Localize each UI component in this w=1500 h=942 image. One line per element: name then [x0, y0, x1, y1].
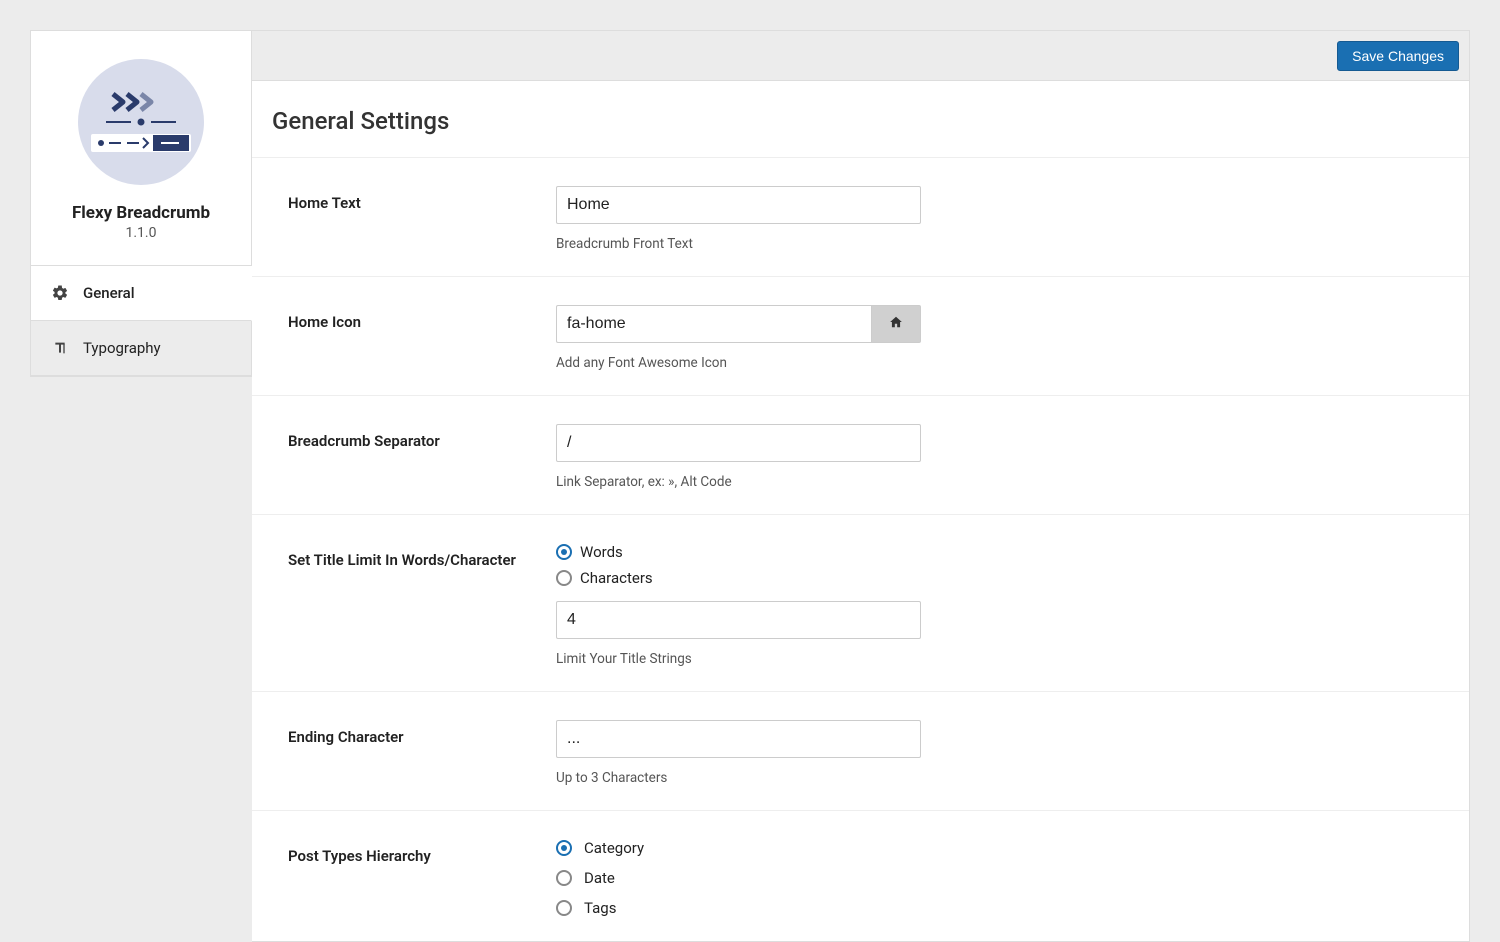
- sidebar-header: Flexy Breadcrumb 1.1.0: [30, 30, 252, 265]
- post-hierarchy-radio-group: Category Date Tags: [556, 839, 1429, 917]
- radio-option-tags[interactable]: Tags: [556, 899, 1429, 917]
- field-control: Up to 3 Characters: [556, 720, 1469, 786]
- font-icon: [51, 340, 69, 356]
- logo-arrows-icon: [111, 92, 171, 112]
- field-label: Home Text: [252, 186, 556, 212]
- radio-label: Date: [584, 869, 615, 887]
- radio-indicator: [556, 900, 572, 916]
- field-ending-char: Ending Character Up to 3 Characters: [252, 692, 1469, 811]
- home-icon-input[interactable]: [556, 305, 871, 343]
- field-label: Ending Character: [252, 720, 556, 746]
- field-home-text: Home Text Breadcrumb Front Text: [252, 158, 1469, 277]
- app-container: Flexy Breadcrumb 1.1.0 General Typograph…: [0, 0, 1500, 942]
- sidebar: Flexy Breadcrumb 1.1.0 General Typograph…: [30, 30, 252, 377]
- sidebar-item-general[interactable]: General: [31, 266, 252, 321]
- field-control: Link Separator, ex: », Alt Code: [556, 424, 1469, 490]
- field-title-limit: Set Title Limit In Words/Character Words…: [252, 515, 1469, 692]
- help-text: Add any Font Awesome Icon: [556, 355, 1429, 371]
- plugin-logo: [41, 59, 241, 185]
- radio-label: Category: [584, 839, 644, 857]
- radio-indicator: [556, 570, 572, 586]
- field-label: Set Title Limit In Words/Character: [252, 543, 556, 569]
- field-label: Home Icon: [252, 305, 556, 331]
- radio-option-words[interactable]: Words: [556, 543, 1429, 561]
- field-label: Post Types Hierarchy: [252, 839, 556, 865]
- sidebar-item-label: Typography: [83, 339, 161, 357]
- radio-option-date[interactable]: Date: [556, 869, 1429, 887]
- sidebar-item-label: General: [83, 284, 135, 302]
- logo-bar-icon: [91, 134, 191, 152]
- radio-label: Characters: [580, 569, 653, 587]
- save-changes-button[interactable]: Save Changes: [1337, 41, 1459, 71]
- main-panel: Save Changes General Settings Home Text …: [252, 30, 1470, 942]
- title-limit-input[interactable]: [556, 601, 921, 639]
- field-home-icon: Home Icon Add any Font Awesome Icon: [252, 277, 1469, 396]
- sidebar-nav: General Typography: [30, 265, 252, 377]
- radio-option-characters[interactable]: Characters: [556, 569, 1429, 587]
- radio-indicator: [556, 870, 572, 886]
- cogs-icon: [51, 284, 69, 302]
- logo-divider-icon: [106, 116, 176, 128]
- help-text: Link Separator, ex: », Alt Code: [556, 474, 1429, 490]
- radio-label: Words: [580, 543, 623, 561]
- field-control: Words Characters Limit Your Title String…: [556, 543, 1469, 667]
- home-icon: [888, 315, 904, 333]
- radio-option-category[interactable]: Category: [556, 839, 1429, 857]
- field-separator: Breadcrumb Separator Link Separator, ex:…: [252, 396, 1469, 515]
- help-text: Up to 3 Characters: [556, 770, 1429, 786]
- help-text: Limit Your Title Strings: [556, 651, 1429, 667]
- radio-label: Tags: [584, 899, 616, 917]
- icon-picker-button[interactable]: [871, 305, 921, 343]
- title-limit-radio-group: Words Characters: [556, 543, 1429, 587]
- plugin-version: 1.1.0: [41, 225, 241, 241]
- page-heading: General Settings: [252, 81, 1469, 158]
- radio-indicator: [556, 840, 572, 856]
- field-label: Breadcrumb Separator: [252, 424, 556, 450]
- toolbar: Save Changes: [252, 31, 1469, 81]
- icon-input-group: [556, 305, 921, 343]
- ending-char-input[interactable]: [556, 720, 921, 758]
- field-control: Breadcrumb Front Text: [556, 186, 1469, 252]
- field-post-hierarchy: Post Types Hierarchy Category Date Tags: [252, 811, 1469, 941]
- plugin-logo-circle: [78, 59, 204, 185]
- radio-indicator: [556, 544, 572, 560]
- home-text-input[interactable]: [556, 186, 921, 224]
- sidebar-item-typography[interactable]: Typography: [31, 321, 251, 376]
- field-control: Add any Font Awesome Icon: [556, 305, 1469, 371]
- separator-input[interactable]: [556, 424, 921, 462]
- plugin-title: Flexy Breadcrumb: [41, 203, 241, 223]
- field-control: Category Date Tags: [556, 839, 1469, 917]
- help-text: Breadcrumb Front Text: [556, 236, 1429, 252]
